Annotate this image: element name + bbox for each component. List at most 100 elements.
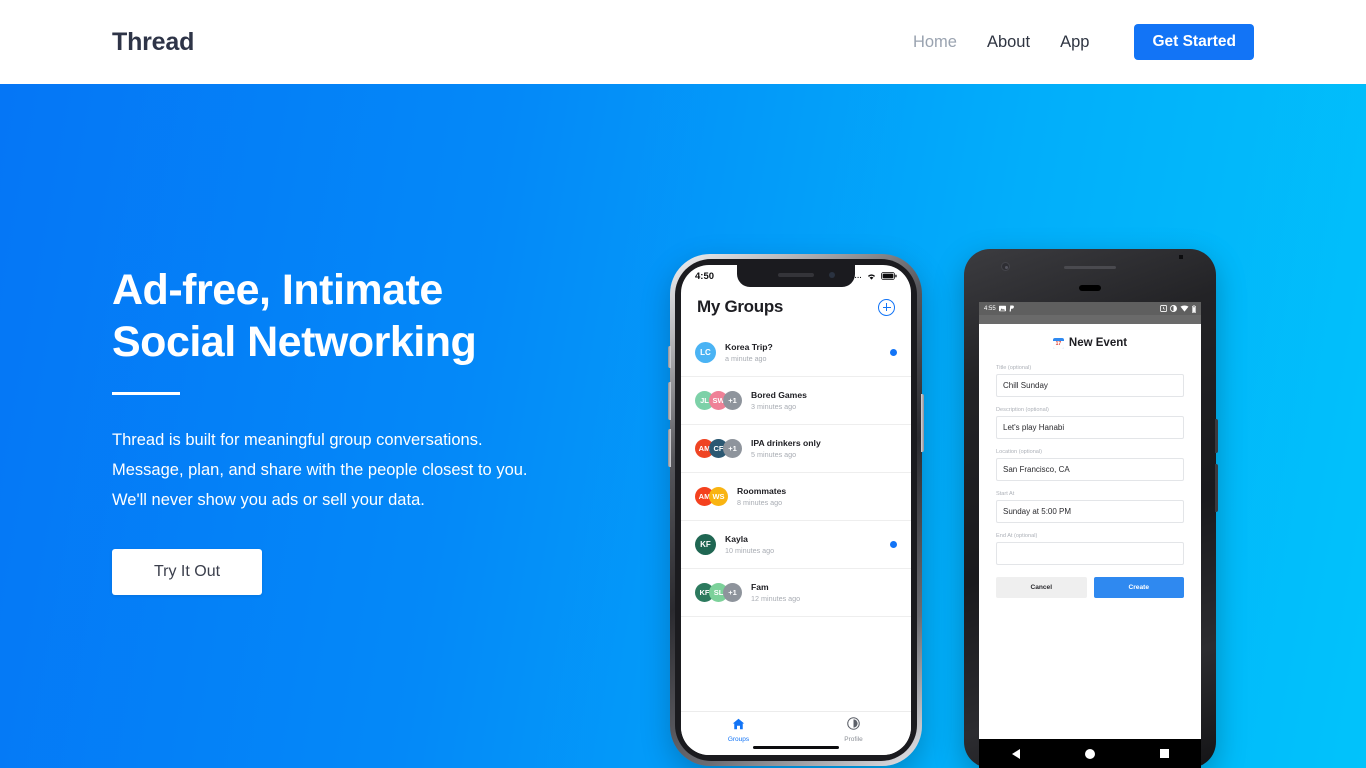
wifi-icon [867,273,876,280]
group-timestamp: a minute ago [725,354,767,363]
android-power-button [1215,419,1218,453]
group-list: LC Korea Trip? a minute ago JL SW +1 Bored Gam… [681,329,911,617]
hero-title: Ad-free, Intimate Social Networking [112,264,582,368]
group-name: Korea Trip? [725,342,773,352]
group-list-item[interactable]: LC Korea Trip? a minute ago [681,329,911,377]
group-list-item[interactable]: KF Kayla 10 minutes ago [681,521,911,569]
field-label: End At (optional) [996,533,1038,539]
battery-icon [881,272,897,280]
recents-button-icon[interactable] [1159,749,1169,758]
brand-logo[interactable]: Thread [112,28,194,57]
field-input[interactable]: San Francisco, CA [996,458,1184,481]
group-timestamp: 3 minutes ago [751,402,797,411]
android-mockup: 4:55 17 New Event Title (optional) Chill… [964,249,1218,768]
signal-icon: .... [852,272,862,280]
nav-link-about[interactable]: About [972,24,1045,60]
iphone-status-bar: 4:50 .... [681,265,911,287]
group-list-item[interactable]: JL SW +1 Bored Games 3 minutes ago [681,377,911,425]
iphone-home-indicator[interactable] [753,746,839,749]
group-list-item[interactable]: AM WS Roommates 8 minutes ago [681,473,911,521]
avatar: LC [695,342,716,363]
android-page-title: New Event [1068,337,1128,349]
android-volume-button [1215,464,1218,512]
nav-links: Home About App Get Started [898,24,1254,60]
paypal-icon [1009,305,1014,312]
iphone-screen: 4:50 .... My Groups LC Korea Trip? a min… [681,265,911,755]
try-it-out-button[interactable]: Try It Out [112,549,262,595]
avatar: +1 [723,583,742,602]
tab-profile-label: Profile [844,736,863,743]
group-text: Korea Trip? a minute ago [725,342,881,363]
iphone-volume-up [668,382,671,420]
cancel-button[interactable]: Cancel [996,577,1087,598]
android-status-left: 4:55 [984,305,1015,312]
group-text: Bored Games 3 minutes ago [751,390,897,411]
android-secondary-bar [979,315,1201,324]
get-started-button[interactable]: Get Started [1134,24,1254,60]
add-group-icon[interactable] [878,298,895,316]
hero-section: Ad-free, Intimate Social Networking Thre… [0,84,1366,768]
form-field: Title (optional) Chill Sunday [996,365,1184,397]
android-status-bar: 4:55 [979,302,1201,315]
field-label: Start At [996,491,1015,497]
profile-icon [847,717,860,730]
group-text: Kayla 10 minutes ago [725,534,881,555]
unread-indicator [890,541,897,548]
group-name: Roommates [737,486,787,496]
avatar: +1 [723,391,742,410]
avatar: KF [695,534,716,555]
iphone-power-button [921,394,924,452]
hero-subtitle: Thread is built for meaningful group con… [112,431,528,509]
iphone-page-title: My Groups [697,297,784,316]
avatar-stack: KF [695,534,716,555]
group-name: Kayla [725,534,748,544]
avatar-stack: AM CF +1 [695,439,742,458]
group-timestamp: 12 minutes ago [751,594,801,603]
hero-title-line1: Ad-free, Intimate [112,266,443,314]
group-timestamp: 5 minutes ago [751,450,797,459]
android-screen: 4:55 17 New Event Title (optional) Chill… [979,302,1201,739]
avatar-stack: AM WS [695,487,728,506]
image-icon [998,305,1006,312]
hero-title-line2: Social Networking [112,318,477,366]
form-field: Start At Sunday at 5:00 PM [996,491,1184,523]
android-sensor-icon [1179,255,1183,259]
android-status-right [1160,304,1196,313]
group-timestamp: 10 minutes ago [725,546,775,555]
top-navigation-bar: Thread Home About App Get Started [0,0,1366,84]
create-button[interactable]: Create [1093,577,1184,598]
nav-link-home[interactable]: Home [898,24,972,60]
hero-divider [112,392,180,395]
field-input[interactable]: Chill Sunday [996,374,1184,397]
tab-groups[interactable]: Groups [681,717,796,743]
avatar-stack: KF SL +1 [695,583,742,602]
calendar-icon [1052,337,1064,349]
field-input[interactable]: Let's play Hanabi [996,416,1184,439]
field-label: Description (optional) [996,407,1049,413]
back-button-icon[interactable] [1011,748,1020,759]
group-timestamp: 8 minutes ago [737,498,783,507]
android-app-header: New Event [996,337,1184,349]
iphone-status-time: 4:50 [695,270,715,282]
form-field: Description (optional) Let's play Hanabi [996,407,1184,439]
nav-link-app[interactable]: App [1045,24,1104,60]
group-name: IPA drinkers only [751,438,821,448]
battery-icon [1192,304,1196,313]
group-list-item[interactable]: KF SL +1 Fam 12 minutes ago [681,569,911,617]
android-status-time: 4:55 [984,305,996,312]
iphone-mockup: 4:50 .... My Groups LC Korea Trip? a min… [668,254,924,766]
android-nav-bar [979,739,1201,768]
iphone-mute-switch [668,346,671,368]
avatar-stack: LC [695,342,716,363]
field-input[interactable]: Sunday at 5:00 PM [996,500,1184,523]
home-button-icon[interactable] [1084,748,1095,759]
form-field: Location (optional) San Francisco, CA [996,449,1184,481]
field-input[interactable] [996,542,1184,565]
tab-profile[interactable]: Profile [796,717,911,743]
group-list-item[interactable]: AM CF +1 IPA drinkers only 5 minutes ago [681,425,911,473]
avatar: +1 [723,439,742,458]
tab-groups-label: Groups [727,736,750,743]
iphone-volume-down [668,429,671,467]
new-event-form: Title (optional) Chill Sunday Description … [996,365,1184,565]
unread-indicator [890,349,897,356]
